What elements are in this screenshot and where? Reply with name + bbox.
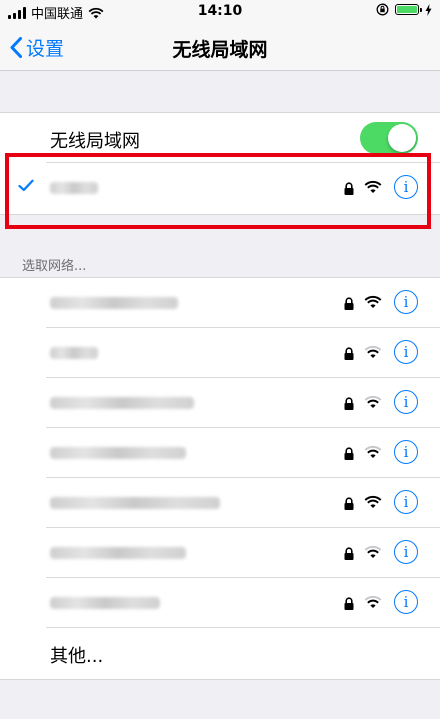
wifi-signal-icon xyxy=(364,295,382,308)
status-bar: 中国联通 14:10 xyxy=(0,0,440,22)
navigation-bar: 设置 无线局域网 xyxy=(0,22,440,71)
network-name-blurred xyxy=(50,497,220,509)
wifi-signal-icon xyxy=(364,445,382,458)
network-row[interactable]: i xyxy=(0,328,440,378)
network-name-blurred xyxy=(50,297,178,309)
network-name-blurred xyxy=(50,447,186,459)
lock-icon xyxy=(344,397,354,410)
network-name-blurred xyxy=(50,547,186,559)
highlight-frame xyxy=(5,153,431,229)
network-row[interactable]: i xyxy=(0,478,440,528)
other-network-label: 其他... xyxy=(50,646,104,667)
orientation-lock-icon xyxy=(376,3,389,16)
info-icon[interactable]: i xyxy=(394,590,418,614)
wifi-signal-icon xyxy=(364,595,382,608)
network-row[interactable]: i xyxy=(0,428,440,478)
network-name-blurred xyxy=(50,347,98,359)
wlan-toggle-switch[interactable] xyxy=(360,122,418,154)
network-row[interactable]: i xyxy=(0,528,440,578)
info-icon[interactable]: i xyxy=(394,540,418,564)
info-icon[interactable]: i xyxy=(394,440,418,464)
charging-bolt-icon xyxy=(425,3,432,16)
lock-icon xyxy=(344,597,354,610)
wlan-toggle-label: 无线局域网 xyxy=(50,131,140,152)
network-row[interactable]: i xyxy=(0,378,440,428)
lock-icon xyxy=(344,497,354,510)
network-row[interactable]: i xyxy=(0,278,440,328)
wifi-signal-icon xyxy=(364,545,382,558)
network-list: i i i i i i i 其他... xyxy=(0,277,440,680)
network-name-blurred xyxy=(50,597,160,609)
lock-icon xyxy=(344,547,354,560)
lock-icon xyxy=(344,447,354,460)
wifi-signal-icon xyxy=(364,395,382,408)
wifi-signal-icon xyxy=(364,345,382,358)
wifi-signal-icon xyxy=(364,495,382,508)
lock-icon xyxy=(344,347,354,360)
battery-icon xyxy=(395,4,422,15)
status-time: 14:10 xyxy=(197,3,243,19)
page-title: 无线局域网 xyxy=(172,39,268,61)
other-network-row[interactable]: 其他... xyxy=(0,628,440,678)
info-icon[interactable]: i xyxy=(394,390,418,414)
info-icon[interactable]: i xyxy=(394,290,418,314)
info-icon[interactable]: i xyxy=(394,490,418,514)
network-row[interactable]: i xyxy=(0,578,440,628)
status-right xyxy=(376,3,432,16)
info-icon[interactable]: i xyxy=(394,340,418,364)
section-header: 选取网络... xyxy=(22,259,87,274)
network-name-blurred xyxy=(50,397,194,409)
lock-icon xyxy=(344,297,354,310)
